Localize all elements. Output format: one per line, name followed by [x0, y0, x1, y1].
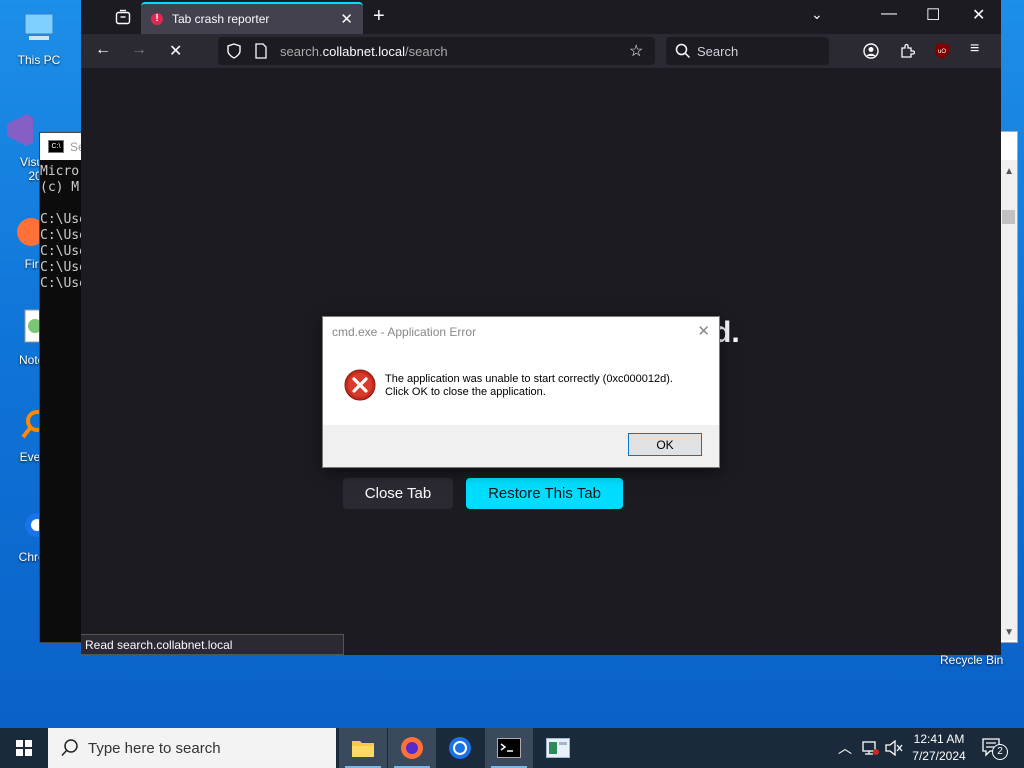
terminal-icon — [497, 738, 521, 758]
firefox-view-icon[interactable] — [115, 9, 131, 25]
clock-date: 7/27/2024 — [912, 749, 966, 763]
warning-icon: ! — [151, 13, 163, 25]
menu-icon[interactable]: ≡ — [970, 40, 979, 58]
dialog-titlebar[interactable]: cmd.exe - Application Error ✕ — [323, 317, 719, 345]
maximize-icon[interactable]: ☐ — [926, 5, 940, 25]
dialog-message-line2: Click OK to close the application. — [385, 386, 546, 398]
dialog-message: The application was unable to start corr… — [385, 373, 673, 399]
extensions-icon[interactable] — [899, 43, 915, 59]
dialog-close-icon[interactable]: ✕ — [697, 322, 710, 340]
back-icon[interactable]: ← — [95, 41, 111, 59]
minimize-icon[interactable]: — — [881, 5, 897, 23]
url-host: collabnet.local — [322, 44, 406, 59]
url-bar[interactable]: search.collabnet.local/search ☆ — [218, 37, 655, 65]
tray-chevron-up-icon[interactable]: ︿ — [838, 738, 852, 758]
ublock-icon[interactable]: uO — [934, 42, 950, 60]
error-icon — [344, 369, 376, 401]
taskbar-app-window[interactable] — [534, 728, 582, 768]
bookmark-star-icon[interactable]: ☆ — [629, 41, 643, 61]
search-bar[interactable]: Search — [666, 37, 829, 65]
dialog-body: The application was unable to start corr… — [323, 345, 719, 425]
scrollbar[interactable]: ▲ ▼ — [1000, 160, 1017, 640]
volume-muted-icon[interactable] — [885, 740, 903, 756]
chrome-icon — [449, 737, 471, 759]
desktop-icon-this-pc[interactable]: This PC — [2, 8, 76, 67]
search-placeholder: Search — [697, 44, 739, 59]
tab-crash-reporter[interactable]: ! Tab crash reporter ✕ — [141, 2, 363, 34]
close-window-icon[interactable]: ✕ — [972, 5, 985, 25]
dialog-message-line1: The application was unable to start corr… — [385, 373, 673, 385]
recycle-bin-label[interactable]: Recycle Bin — [940, 653, 1003, 667]
close-tab-button[interactable]: Close Tab — [343, 478, 453, 509]
visual-studio-icon — [7, 114, 33, 146]
new-tab-icon[interactable]: + — [373, 5, 385, 28]
cmd-icon: C:\ — [48, 140, 64, 153]
shield-icon[interactable] — [226, 43, 242, 59]
ok-button[interactable]: OK — [628, 433, 702, 456]
url-path: /search — [405, 44, 448, 59]
taskbar-firefox[interactable] — [388, 728, 436, 768]
close-tab-icon[interactable]: ✕ — [340, 10, 353, 28]
scrollbar-thumb[interactable] — [1002, 210, 1015, 224]
search-icon — [675, 43, 691, 59]
computer-icon — [24, 13, 54, 40]
notification-count-badge: 2 — [992, 744, 1008, 760]
search-icon — [61, 739, 78, 757]
stop-loading-icon[interactable]: ✕ — [169, 41, 182, 61]
taskbar-search[interactable]: Type here to search — [48, 728, 336, 768]
scroll-up-icon[interactable]: ▲ — [1004, 166, 1014, 177]
url-subdomain: search. — [280, 44, 323, 59]
taskbar: Type here to search ︿ 12:41 AM 7/27/2024… — [0, 728, 1024, 768]
tab-title: Tab crash reporter — [172, 12, 270, 26]
desktop-icon-label: This PC — [17, 53, 61, 67]
forward-icon[interactable]: → — [131, 41, 147, 59]
chevron-down-icon[interactable]: ⌄ — [811, 6, 823, 23]
account-icon[interactable] — [863, 43, 879, 59]
status-bar: Read search.collabnet.local — [81, 634, 344, 655]
network-icon[interactable] — [862, 740, 880, 756]
tab-strip: ! Tab crash reporter ✕ + ⌄ — ☐ ✕ — [81, 0, 1001, 34]
windows-logo-icon — [16, 740, 32, 756]
taskbar-search-placeholder: Type here to search — [88, 740, 221, 757]
notification-center-button[interactable]: 2 — [982, 738, 1008, 760]
application-window-icon — [546, 738, 570, 758]
url-text[interactable]: search.collabnet.local/search — [280, 44, 448, 59]
taskbar-chrome[interactable] — [436, 728, 484, 768]
svg-text:uO: uO — [938, 49, 946, 55]
page-icon[interactable] — [254, 43, 268, 59]
firefox-icon — [401, 737, 423, 759]
dialog-title: cmd.exe - Application Error — [332, 325, 477, 339]
folder-icon — [352, 741, 374, 757]
application-error-dialog[interactable]: cmd.exe - Application Error ✕ The applic… — [322, 316, 720, 468]
start-button[interactable] — [0, 728, 48, 768]
taskbar-file-explorer[interactable] — [339, 728, 387, 768]
scroll-down-icon[interactable]: ▼ — [1004, 627, 1014, 638]
navigation-toolbar: ← → ✕ search.collabnet.local/search ☆ Se… — [81, 34, 1001, 68]
taskbar-cmd[interactable] — [485, 728, 533, 768]
clock-time: 12:41 AM — [913, 732, 965, 746]
system-clock[interactable]: 12:41 AM 7/27/2024 — [904, 731, 974, 765]
restore-tab-button[interactable]: Restore This Tab — [466, 478, 623, 509]
